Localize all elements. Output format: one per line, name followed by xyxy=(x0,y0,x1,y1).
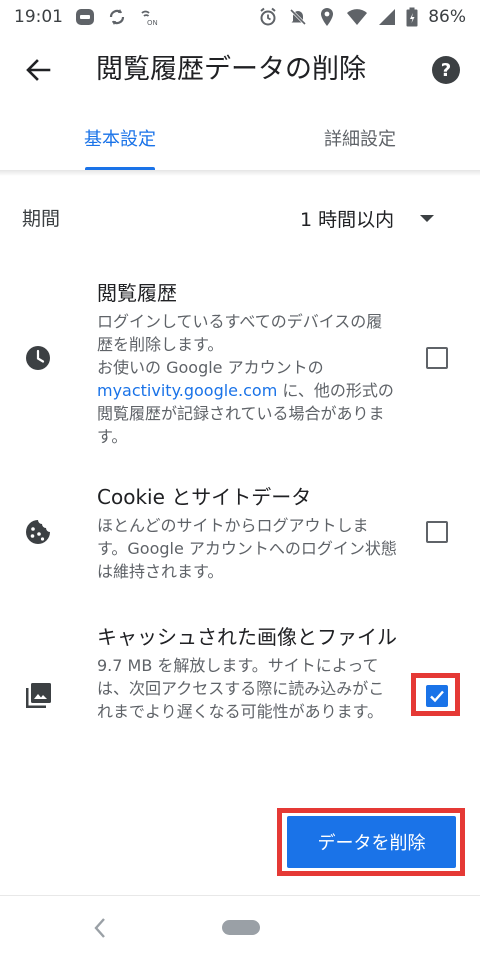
battery-level: 86% xyxy=(428,7,466,27)
signal-icon xyxy=(379,9,396,25)
image-icon xyxy=(24,682,52,710)
cookie-icon xyxy=(24,518,52,546)
help-icon: ? xyxy=(440,59,452,81)
arrow-back-icon xyxy=(26,59,51,81)
myactivity-link[interactable]: myactivity.google.com xyxy=(97,381,277,400)
option-description: 9.7 MB を解放します。サイトによっては、次回アクセスする際に読み込みがこれ… xyxy=(97,656,385,721)
clock-icon xyxy=(24,344,52,372)
option-description-line1: ログインしているすべてのデバイスの履歴を削除します。 xyxy=(97,312,383,354)
tab-bar: 基本設定 詳細設定 xyxy=(0,106,480,170)
checkbox-highlight-frame xyxy=(411,673,460,716)
back-button[interactable] xyxy=(14,46,62,94)
option-cached-images[interactable]: キャッシュされた画像とファイル 9.7 MB を解放します。サイトによっては、次… xyxy=(0,622,480,772)
option-title: 閲覧履歴 xyxy=(97,281,177,305)
alarm-icon xyxy=(260,7,276,26)
status-time: 19:01 xyxy=(14,7,63,27)
nav-back-button[interactable] xyxy=(88,914,112,942)
option-description: ログインしているすべてのデバイスの履歴を削除します。 お使いの Google ア… xyxy=(97,310,397,448)
tab-divider xyxy=(0,170,480,176)
time-range-dropdown[interactable]: 1 時間以内 xyxy=(300,192,460,244)
chevron-left-icon xyxy=(94,918,105,938)
option-cookies[interactable]: Cookie とサイトデータ ほとんどのサイトからログアウトします。Google… xyxy=(0,482,480,582)
option-title: Cookie とサイトデータ xyxy=(97,485,312,509)
status-bar: 19:01 ON 86% xyxy=(0,0,480,34)
option-description: ほとんどのサイトからログアウトします。Google アカウントへのログイン状態は… xyxy=(97,516,397,581)
sync-icon xyxy=(109,9,125,25)
help-button[interactable]: ? xyxy=(432,56,460,84)
dropdown-arrow-icon xyxy=(420,214,435,222)
battery-icon xyxy=(406,7,418,27)
browsing-history-checkbox[interactable] xyxy=(426,347,448,369)
tab-basic[interactable]: 基本設定 xyxy=(0,106,240,170)
app-bar: 閲覧履歴データの削除 ? xyxy=(0,34,480,106)
button-highlight-frame xyxy=(277,808,465,876)
option-description-pre: お使いの Google アカウントの xyxy=(97,358,324,377)
time-range-row: 期間 1 時間以内 xyxy=(0,192,480,244)
page-title: 閲覧履歴データの削除 xyxy=(96,54,366,85)
tab-basic-label: 基本設定 xyxy=(84,129,156,150)
line-icon xyxy=(76,9,94,25)
option-browsing-history[interactable]: 閲覧履歴 ログインしているすべてのデバイスの履歴を削除します。 お使いの Goo… xyxy=(0,276,480,446)
wifi-calling-icon: ON xyxy=(141,10,158,27)
time-range-value: 1 時間以内 xyxy=(300,208,395,231)
location-icon xyxy=(321,8,334,26)
svg-text:ON: ON xyxy=(147,19,158,27)
tab-advanced[interactable]: 詳細設定 xyxy=(240,106,480,170)
time-range-label: 期間 xyxy=(22,208,61,230)
nav-home-pill[interactable] xyxy=(222,920,260,935)
cookies-checkbox[interactable] xyxy=(426,521,448,543)
tab-advanced-label: 詳細設定 xyxy=(324,129,396,150)
option-title: キャッシュされた画像とファイル xyxy=(97,625,397,649)
system-nav-bar xyxy=(0,896,480,960)
wifi-icon xyxy=(347,9,368,25)
option-description-line2: お使いの Google アカウントの myactivity.google.com … xyxy=(97,356,397,448)
mute-icon xyxy=(290,8,307,26)
